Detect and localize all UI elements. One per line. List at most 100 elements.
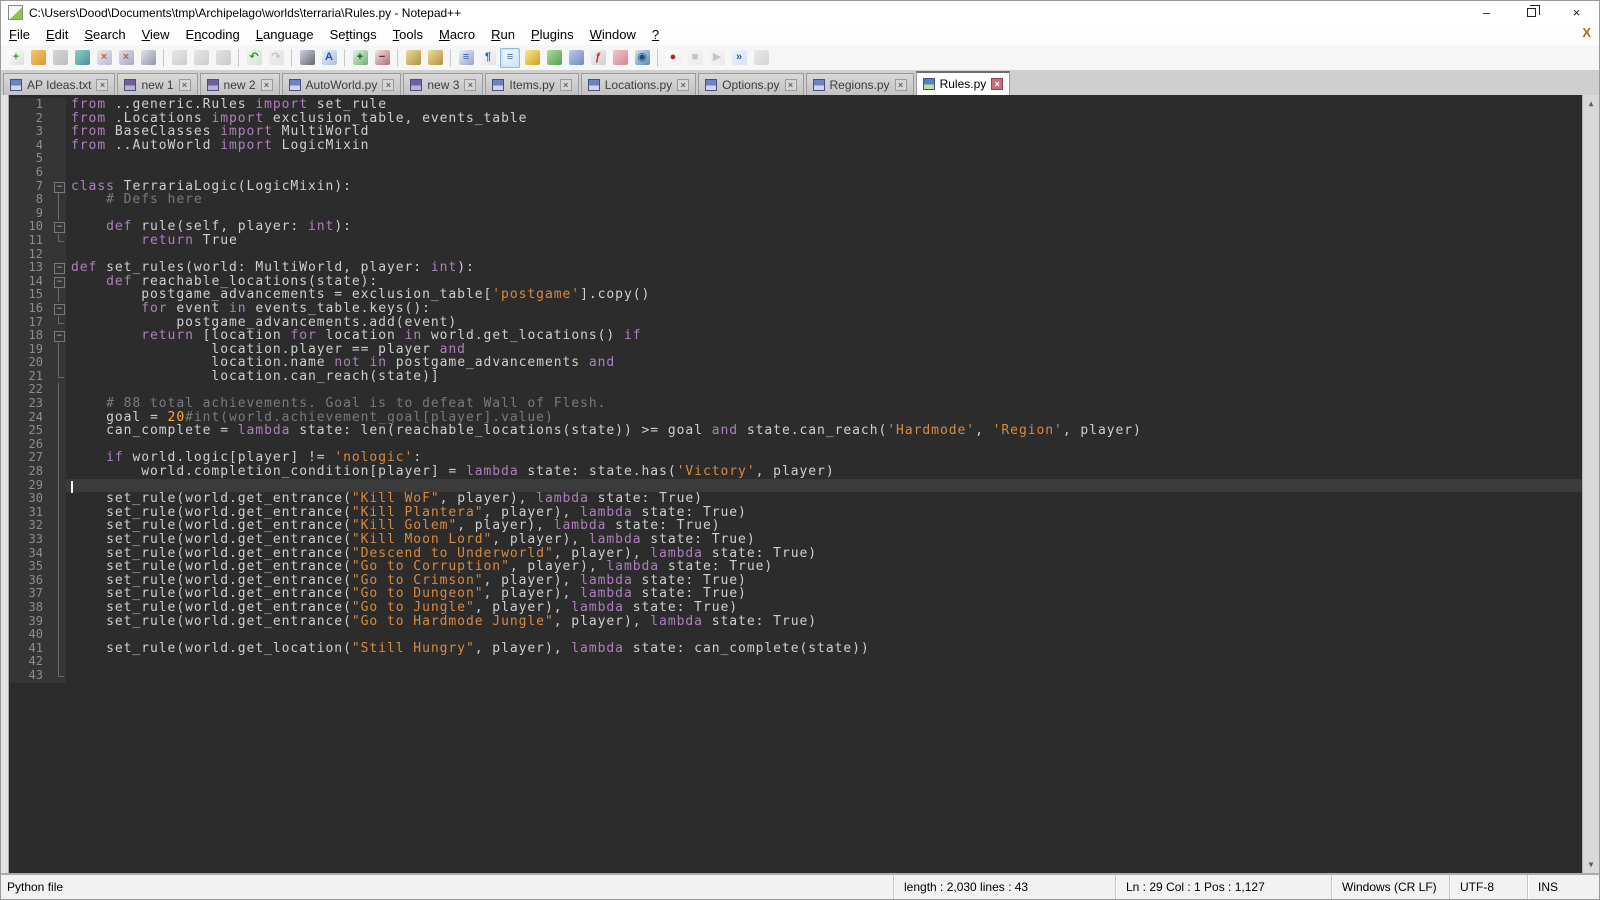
macro-play-icon[interactable]: ▶	[707, 48, 727, 68]
code-text[interactable]: from .Locations import exclusion_table, …	[66, 112, 1582, 126]
code-text[interactable]: location.can_reach(state)]	[66, 370, 1582, 384]
code-line-3[interactable]: 3from BaseClasses import MultiWorld	[10, 125, 1582, 139]
menu-view[interactable]: View	[134, 26, 178, 43]
code-text[interactable]	[66, 152, 1582, 166]
code-line-30[interactable]: 30 set_rule(world.get_entrance("Kill WoF…	[10, 492, 1582, 506]
menu-window[interactable]: Window	[582, 26, 644, 43]
tab-new-3[interactable]: new 3×	[403, 73, 483, 95]
paste-icon[interactable]	[213, 48, 233, 68]
code-text[interactable]: class TerrariaLogic(LogicMixin):	[66, 180, 1582, 194]
code-line-26[interactable]: 26	[10, 438, 1582, 452]
code-text[interactable]: set_rule(world.get_entrance("Go to Corru…	[66, 560, 1582, 574]
code-line-21[interactable]: 21 location.can_reach(state)]	[10, 370, 1582, 384]
code-text[interactable]: set_rule(world.get_entrance("Kill Plante…	[66, 506, 1582, 520]
code-text[interactable]: from ..AutoWorld import LogicMixin	[66, 139, 1582, 153]
code-text[interactable]	[66, 655, 1582, 669]
close-button[interactable]: ×	[1554, 1, 1599, 24]
find-icon[interactable]	[297, 48, 317, 68]
macro-save-icon[interactable]	[751, 48, 771, 68]
replace-icon[interactable]: A	[319, 48, 339, 68]
redo-icon[interactable]: ↷	[266, 48, 286, 68]
tab-new-1[interactable]: new 1×	[117, 73, 197, 95]
code-line-40[interactable]: 40	[10, 628, 1582, 642]
zoom-in-icon[interactable]: +	[350, 48, 370, 68]
fold-collapse-icon[interactable]	[52, 302, 66, 316]
code-text[interactable]	[66, 248, 1582, 262]
code-line-27[interactable]: 27 if world.logic[player] != 'nologic':	[10, 451, 1582, 465]
code-text[interactable]: # Defs here	[66, 193, 1582, 207]
tab-new-2[interactable]: new 2×	[200, 73, 280, 95]
code-text[interactable]: from ..generic.Rules import set_rule	[66, 98, 1582, 112]
code-line-38[interactable]: 38 set_rule(world.get_entrance("Go to Ju…	[10, 601, 1582, 615]
code-line-17[interactable]: 17 postgame_advancements.add(event)	[10, 316, 1582, 330]
code-line-19[interactable]: 19 location.player == player and	[10, 343, 1582, 357]
code-text[interactable]: can_complete = lambda state: len(reachab…	[66, 424, 1582, 438]
scroll-down-icon[interactable]: ▼	[1589, 856, 1594, 873]
close-document-icon[interactable]: X	[1582, 25, 1591, 40]
new-file-icon[interactable]: +	[6, 48, 26, 68]
code-text[interactable]: location.name not in postgame_advancemen…	[66, 356, 1582, 370]
restore-button[interactable]	[1509, 1, 1554, 24]
monitoring-eye-icon[interactable]: ◉	[632, 48, 652, 68]
sync-horizontal-scroll-icon[interactable]	[425, 48, 445, 68]
fold-collapse-icon[interactable]	[52, 329, 66, 343]
fold-collapse-icon[interactable]	[52, 275, 66, 289]
document-list-icon[interactable]	[566, 48, 586, 68]
code-text[interactable]	[66, 383, 1582, 397]
code-line-18[interactable]: 18 return [location for location in worl…	[10, 329, 1582, 343]
code-line-24[interactable]: 24 goal = 20#int(world.achievement_goal[…	[10, 411, 1582, 425]
print-icon[interactable]	[138, 48, 158, 68]
code-text[interactable]: set_rule(world.get_entrance("Go to Jungl…	[66, 601, 1582, 615]
code-text[interactable]: # 88 total achievements. Goal is to defe…	[66, 397, 1582, 411]
menu-edit[interactable]: Edit	[38, 26, 76, 43]
document-map-icon[interactable]	[544, 48, 564, 68]
fold-collapse-icon[interactable]	[52, 220, 66, 234]
code-line-2[interactable]: 2from .Locations import exclusion_table,…	[10, 112, 1582, 126]
menu-macro[interactable]: Macro	[431, 26, 483, 43]
code-text[interactable]: location.player == player and	[66, 343, 1582, 357]
macro-record-icon[interactable]: ●	[663, 48, 683, 68]
status-insert-mode[interactable]: INS	[1527, 875, 1599, 899]
code-text[interactable]: return [location for location in world.g…	[66, 329, 1582, 343]
code-line-25[interactable]: 25 can_complete = lambda state: len(reac…	[10, 424, 1582, 438]
code-line-42[interactable]: 42	[10, 655, 1582, 669]
code-line-8[interactable]: 8 # Defs here	[10, 193, 1582, 207]
fold-collapse-icon[interactable]	[52, 261, 66, 275]
tab-close-icon[interactable]: ×	[785, 79, 797, 91]
tab-close-icon[interactable]: ×	[261, 79, 273, 91]
macro-stop-icon[interactable]: ■	[685, 48, 705, 68]
code-text[interactable]	[66, 628, 1582, 642]
tab-regions-py[interactable]: Regions.py×	[806, 73, 914, 95]
indent-guide-icon[interactable]: ≡	[500, 48, 520, 68]
zoom-out-icon[interactable]: −	[372, 48, 392, 68]
code-text[interactable]: def rule(self, player: int):	[66, 220, 1582, 234]
tab-ap-ideas-txt[interactable]: AP Ideas.txt×	[3, 73, 115, 95]
code-line-34[interactable]: 34 set_rule(world.get_entrance("Descend …	[10, 547, 1582, 561]
tab-close-icon[interactable]: ×	[677, 79, 689, 91]
save-all-icon[interactable]	[72, 48, 92, 68]
code-line-4[interactable]: 4from ..AutoWorld import LogicMixin	[10, 139, 1582, 153]
menu-language[interactable]: Language	[248, 26, 322, 43]
code-line-16[interactable]: 16 for event in events_table.keys():	[10, 302, 1582, 316]
tab-close-icon[interactable]: ×	[464, 79, 476, 91]
tab-items-py[interactable]: Items.py×	[485, 73, 578, 95]
code-line-23[interactable]: 23 # 88 total achievements. Goal is to d…	[10, 397, 1582, 411]
tab-rules-py[interactable]: Rules.py×	[916, 71, 1011, 95]
code-line-10[interactable]: 10 def rule(self, player: int):	[10, 220, 1582, 234]
code-line-6[interactable]: 6	[10, 166, 1582, 180]
tab-options-py[interactable]: Options.py×	[698, 73, 803, 95]
code-text[interactable]: set_rule(world.get_entrance("Go to Dunge…	[66, 587, 1582, 601]
tab-locations-py[interactable]: Locations.py×	[581, 73, 696, 95]
tab-close-icon[interactable]: ×	[96, 79, 108, 91]
code-text[interactable]: def set_rules(world: MultiWorld, player:…	[66, 261, 1582, 275]
scroll-up-icon[interactable]: ▲	[1589, 95, 1594, 112]
code-text[interactable]: set_rule(world.get_location("Still Hungr…	[66, 642, 1582, 656]
tab-close-icon[interactable]: ×	[179, 79, 191, 91]
code-text[interactable]: postgame_advancements.add(event)	[66, 316, 1582, 330]
menu-settings[interactable]: Settings	[322, 26, 385, 43]
menu-search[interactable]: Search	[76, 26, 133, 43]
minimize-button[interactable]: –	[1464, 1, 1509, 24]
cut-icon[interactable]	[169, 48, 189, 68]
code-text[interactable]: def reachable_locations(state):	[66, 275, 1582, 289]
close-all-icon[interactable]: ×	[116, 48, 136, 68]
